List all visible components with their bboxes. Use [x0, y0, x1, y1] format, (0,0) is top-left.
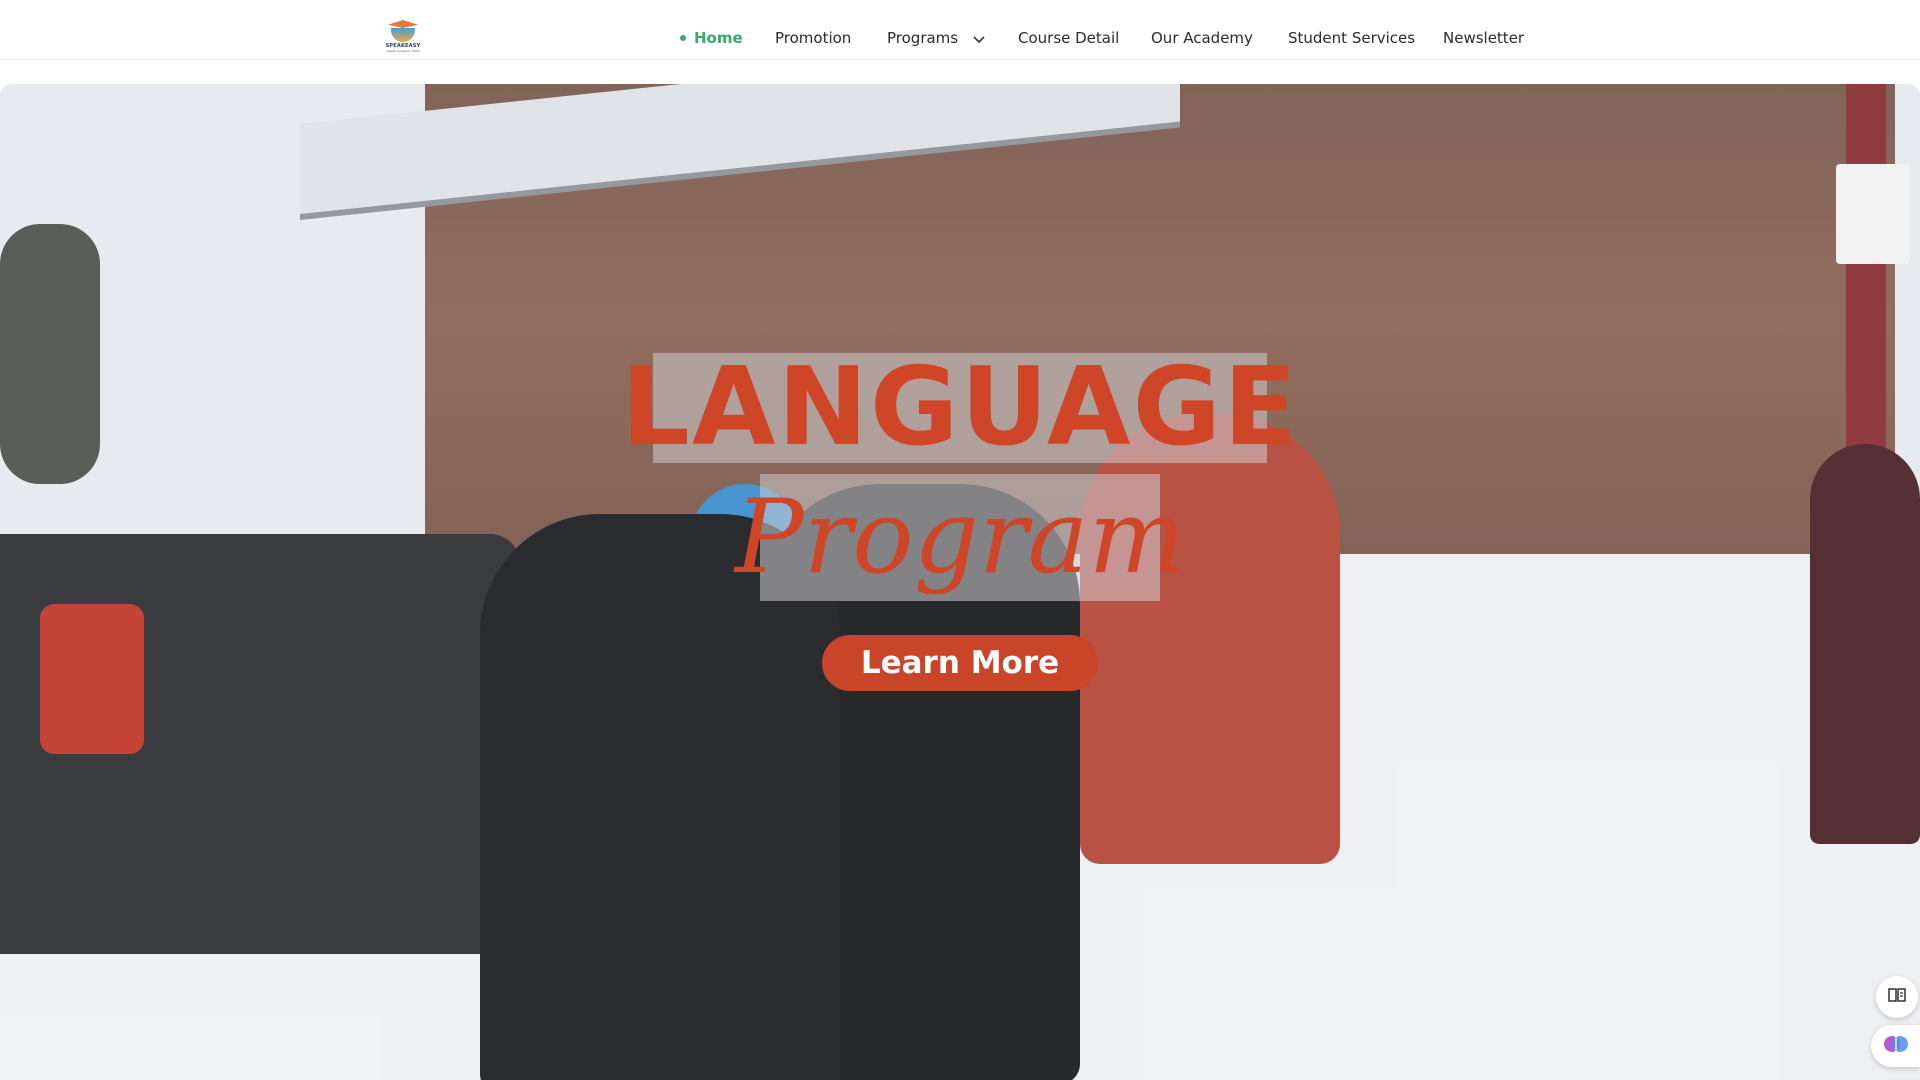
nav-programs-label: Programs — [887, 29, 959, 47]
active-dot-icon — [680, 34, 686, 41]
nav-programs[interactable]: Programs — [887, 28, 985, 49]
hero-title-box: LANGUAGE — [621, 353, 1297, 463]
nav-home-label: Home — [694, 29, 743, 47]
nav-our-academy[interactable]: Our Academy — [1151, 28, 1253, 48]
brain-icon — [1883, 1033, 1908, 1059]
nav-our-academy-label: Our Academy — [1151, 29, 1253, 47]
nav-student-services[interactable]: Student Services — [1288, 28, 1415, 48]
globe-icon — [391, 28, 415, 42]
learn-more-button[interactable]: Learn More — [822, 635, 1098, 691]
nav-home[interactable]: Home — [680, 28, 743, 48]
ai-assistant-button[interactable] — [1871, 1025, 1920, 1067]
nav-promotion-label: Promotion — [775, 29, 852, 47]
graduation-cap-icon — [388, 20, 418, 28]
nav-course-detail[interactable]: Course Detail — [1018, 28, 1119, 48]
nav-newsletter[interactable]: Newsletter — [1443, 28, 1524, 48]
nav-course-detail-label: Course Detail — [1018, 29, 1120, 47]
chevron-down-icon — [973, 29, 985, 49]
reader-mode-button[interactable] — [1876, 976, 1918, 1018]
hero-subtitle: Program — [734, 477, 1186, 597]
hero-banner: LANGUAGE Program Learn More — [0, 84, 1920, 1080]
nav-promotion[interactable]: Promotion — [775, 28, 851, 48]
brand-logo[interactable]: SPEAKEASY Global Academy 2019 — [382, 18, 424, 60]
site-header: SPEAKEASY Global Academy 2019 Home Promo… — [0, 0, 1920, 60]
hero-subtitle-box: Program — [735, 474, 1185, 601]
hero-title: LANGUAGE — [621, 345, 1299, 470]
logo-tagline: Global Academy 2019 — [386, 49, 420, 53]
nav-newsletter-label: Newsletter — [1443, 29, 1525, 47]
nav-student-services-label: Student Services — [1288, 29, 1416, 47]
book-open-icon — [1888, 987, 1906, 1007]
